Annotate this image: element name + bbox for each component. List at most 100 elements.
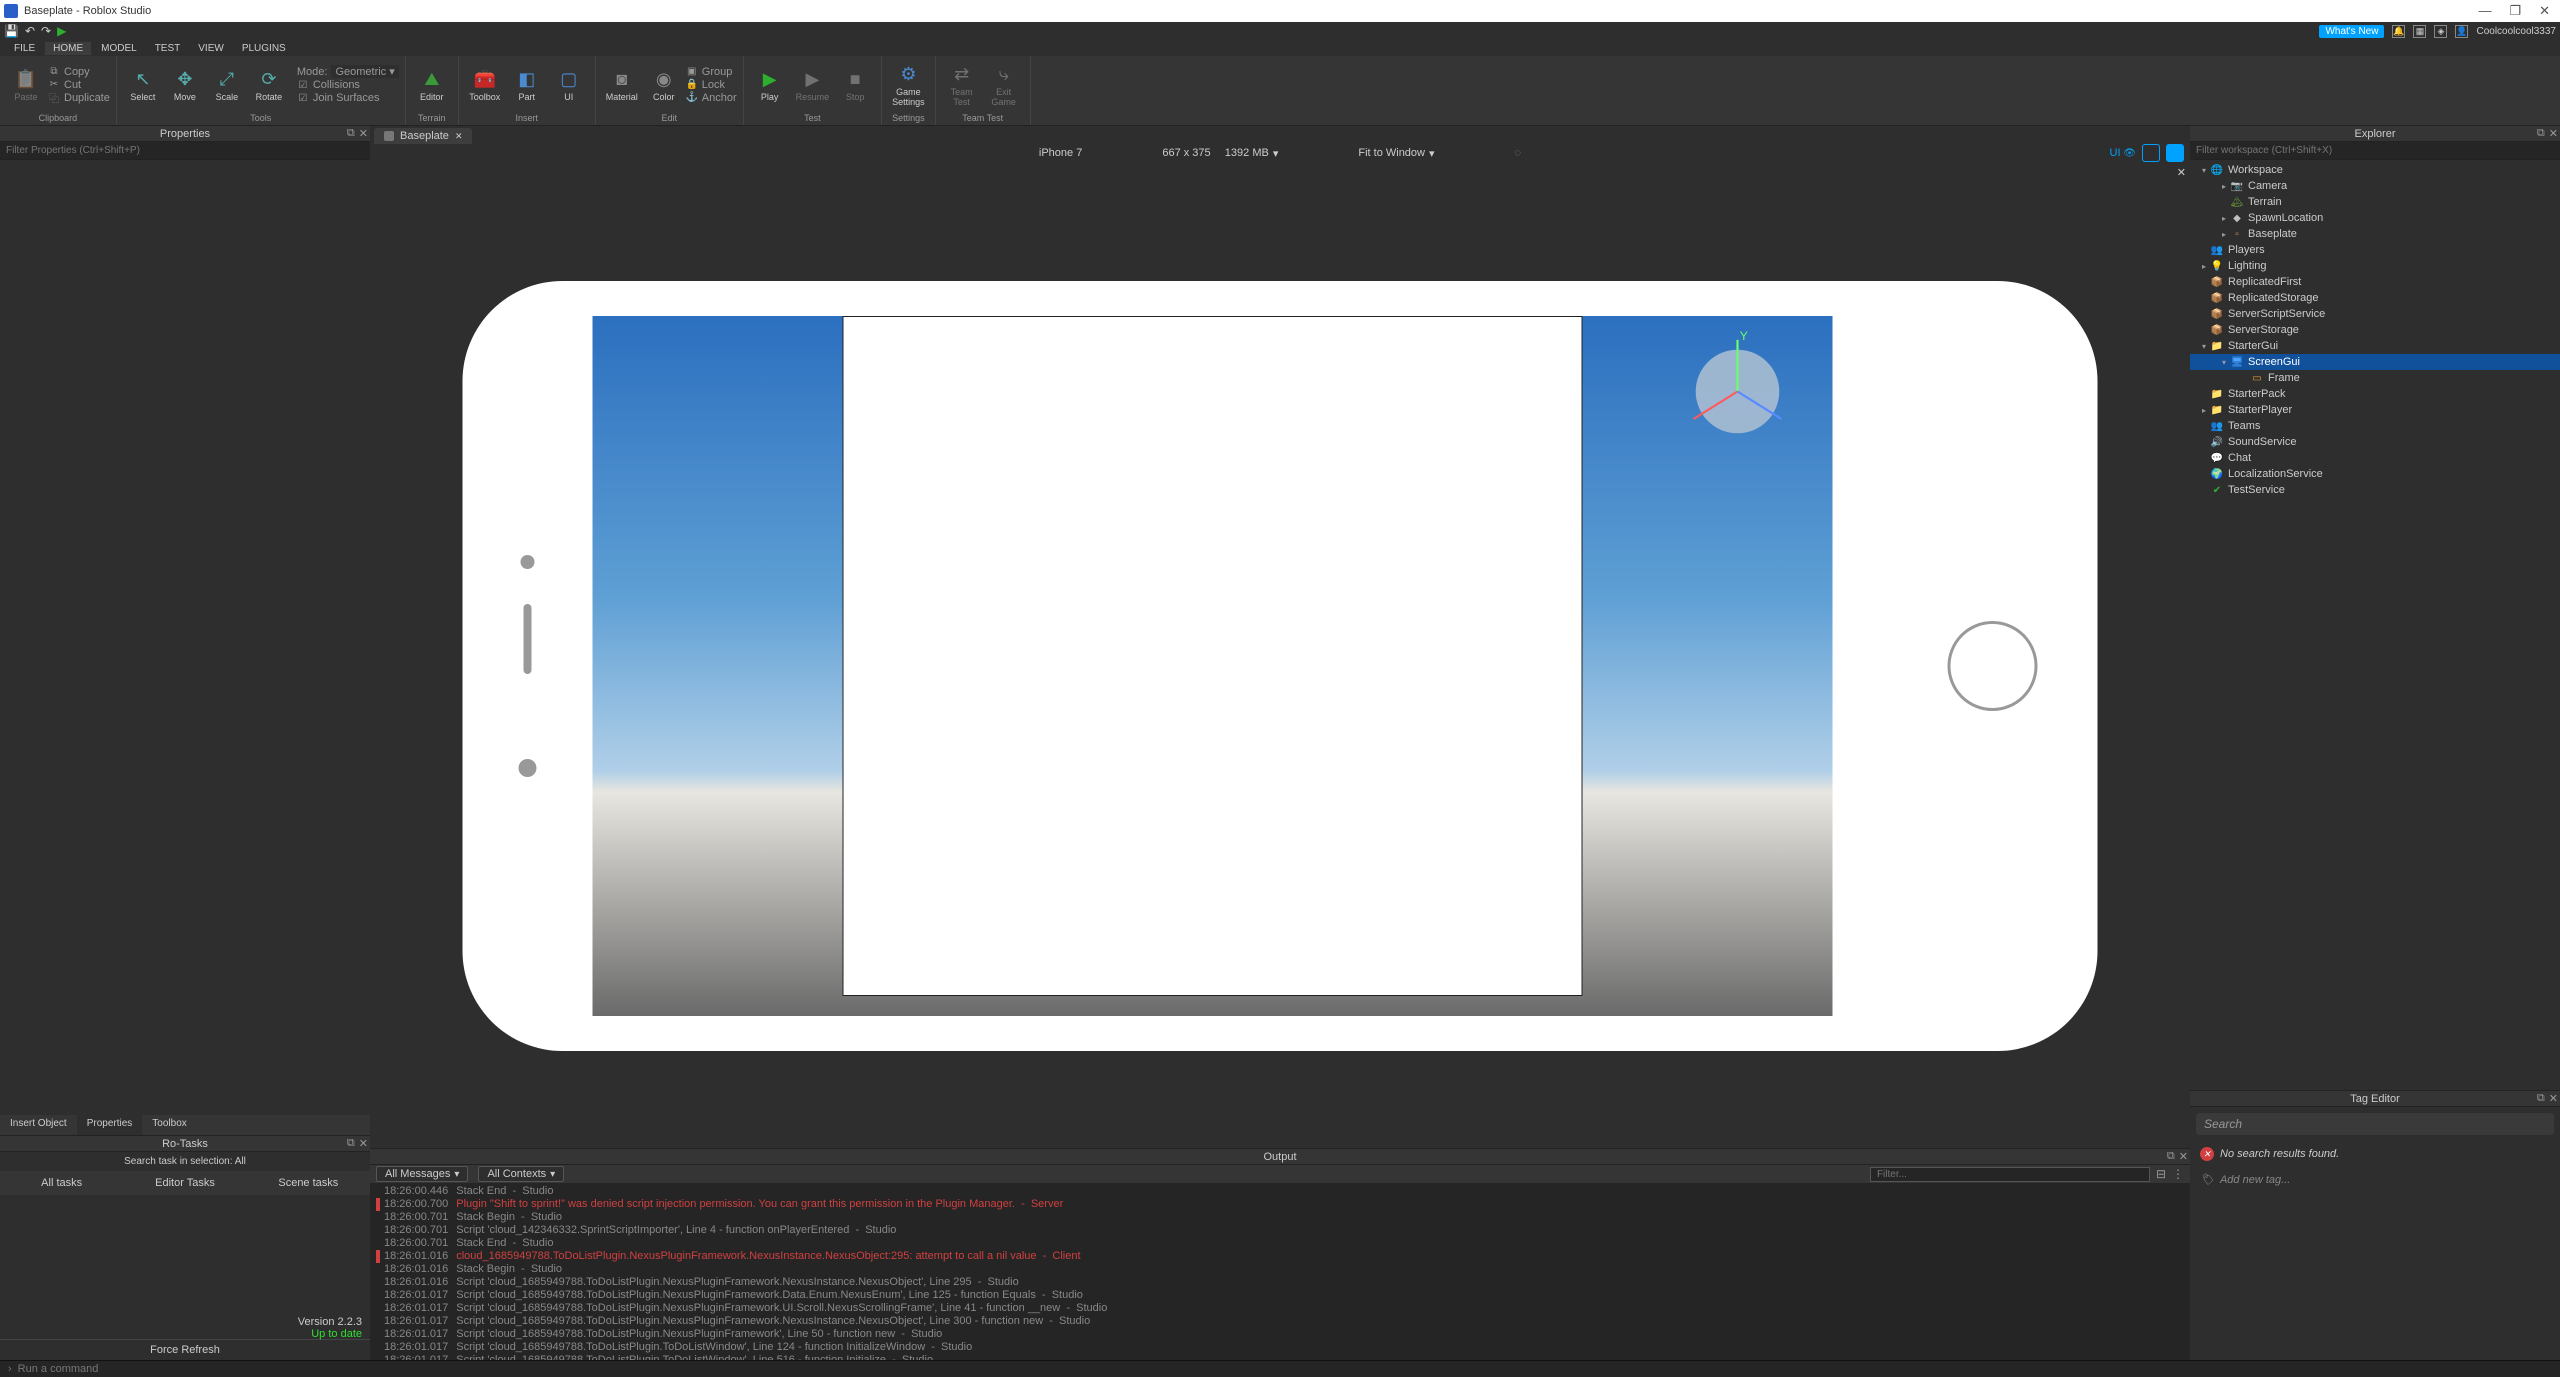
tree-node-testservice[interactable]: ✔TestService <box>2190 482 2560 498</box>
minimize-button[interactable]: — <box>2478 3 2491 19</box>
panel-close-icon[interactable]: ✕ <box>2179 1150 2188 1163</box>
tag-add-button[interactable]: 🏷Add new tag... <box>2190 1167 2560 1192</box>
diamond-icon[interactable]: ◈ <box>2434 25 2447 38</box>
panel-undock-icon[interactable]: ⧉ <box>347 127 355 140</box>
menu-home[interactable]: HOME <box>45 42 91 55</box>
redo-icon[interactable]: ↷ <box>41 24 51 38</box>
tree-node-frame[interactable]: ▭Frame <box>2190 370 2560 386</box>
scale-button[interactable]: ⤢Scale <box>207 65 247 104</box>
close-button[interactable]: ✕ <box>2539 3 2550 19</box>
menu-view[interactable]: VIEW <box>190 42 232 55</box>
stop-button[interactable]: ■Stop <box>835 65 875 104</box>
resume-button[interactable]: ▶Resume <box>792 65 834 104</box>
move-button[interactable]: ✥Move <box>165 65 205 104</box>
tag-search-input[interactable]: Search <box>2196 1113 2554 1135</box>
maximize-button[interactable]: ❐ <box>2509 3 2521 19</box>
rotasks-refresh-button[interactable]: Force Refresh <box>0 1339 370 1360</box>
properties-filter[interactable] <box>0 142 370 160</box>
orientation-gizmo[interactable]: Y <box>1683 331 1793 441</box>
tree-node-players[interactable]: 👥Players <box>2190 242 2560 258</box>
output-contexts-dropdown[interactable]: All Contexts ▾ <box>478 1166 564 1182</box>
tree-node-baseplate[interactable]: ▸▫Baseplate <box>2190 226 2560 242</box>
panel-undock-icon[interactable]: ⧉ <box>347 1137 355 1150</box>
tree-node-camera[interactable]: ▸📷Camera <box>2190 178 2560 194</box>
mode-dropdown[interactable]: Geometric ▾ <box>331 65 398 78</box>
output-find-icon[interactable]: ⊟ <box>2156 1167 2166 1181</box>
notif-icon[interactable]: 🔔 <box>2392 25 2405 38</box>
panel-undock-icon[interactable]: ⧉ <box>2537 1092 2545 1105</box>
cut-button[interactable]: ✂Cut <box>48 79 110 91</box>
save-icon[interactable]: 💾 <box>4 24 19 38</box>
panel-undock-icon[interactable]: ⧉ <box>2167 1150 2175 1163</box>
join-toggle[interactable]: ☑Join Surfaces <box>297 92 399 104</box>
color-button[interactable]: ◉Color <box>644 65 684 104</box>
tab-toolbox[interactable]: Toolbox <box>142 1115 196 1135</box>
tree-node-starterpack[interactable]: 📁StarterPack <box>2190 386 2560 402</box>
panel-close-icon[interactable]: ✕ <box>2549 1092 2558 1105</box>
tree-node-screengui[interactable]: ▾🖥ScreenGui <box>2190 354 2560 370</box>
tree-node-startergui[interactable]: ▾📁StarterGui <box>2190 338 2560 354</box>
tree-node-lighting[interactable]: ▸💡Lighting <box>2190 258 2560 274</box>
part-button[interactable]: ◧Part <box>507 65 547 104</box>
tree-node-localizationservice[interactable]: 🌍LocalizationService <box>2190 466 2560 482</box>
panel-close-icon[interactable]: ✕ <box>359 1137 368 1150</box>
tab-properties[interactable]: Properties <box>77 1115 143 1135</box>
tree-node-serverstorage[interactable]: 📦ServerStorage <box>2190 322 2560 338</box>
menu-test[interactable]: TEST <box>147 42 189 55</box>
team-test-button[interactable]: ⇄Team Test <box>942 60 982 109</box>
tree-node-terrain[interactable]: 🏔Terrain <box>2190 194 2560 210</box>
exit-game-button[interactable]: ⤷Exit Game <box>984 60 1024 109</box>
tree-node-workspace[interactable]: ▾🌐Workspace <box>2190 162 2560 178</box>
tree-node-starterplayer[interactable]: ▸📁StarterPlayer <box>2190 402 2560 418</box>
copy-button[interactable]: ⧉Copy <box>48 66 110 78</box>
tree-node-replicatedstorage[interactable]: 📦ReplicatedStorage <box>2190 290 2560 306</box>
tree-node-replicatedfirst[interactable]: 📦ReplicatedFirst <box>2190 274 2560 290</box>
panel-close-icon[interactable]: ✕ <box>2549 127 2558 140</box>
doctab-baseplate[interactable]: Baseplate ✕ <box>374 128 472 144</box>
play-button[interactable]: ▶Play <box>750 65 790 104</box>
tree-node-serverscriptservice[interactable]: 📦ServerScriptService <box>2190 306 2560 322</box>
output-messages-dropdown[interactable]: All Messages ▾ <box>376 1166 468 1182</box>
whats-new-button[interactable]: What's New <box>2319 25 2384 38</box>
select-button[interactable]: ↖Select <box>123 65 163 104</box>
fit-label[interactable]: Fit to Window <box>1358 147 1425 159</box>
collisions-toggle[interactable]: ☑Collisions <box>297 79 399 91</box>
terrain-editor-button[interactable]: ⛰Editor <box>412 65 452 104</box>
menu-model[interactable]: MODEL <box>93 42 145 55</box>
command-bar[interactable]: › Run a command <box>0 1360 2560 1377</box>
menu-file[interactable]: FILE <box>6 42 43 55</box>
gui-frame[interactable] <box>843 316 1583 996</box>
play-icon[interactable]: ▶ <box>57 24 66 38</box>
explorer-tree[interactable]: ▾🌐Workspace▸📷Camera🏔Terrain▸◆SpawnLocati… <box>2190 160 2560 1090</box>
avatar-icon[interactable]: 👤 <box>2455 25 2468 38</box>
ui-button[interactable]: ▢UI <box>549 65 589 104</box>
paste-button[interactable]: 📋 Paste <box>6 65 46 104</box>
viewport[interactable]: iPhone 7 667 x 375 1392 MB ▾ Fit to Wind… <box>370 144 2190 1148</box>
anchor-button[interactable]: ⚓Anchor <box>686 92 737 104</box>
game-settings-button[interactable]: ⚙Game Settings <box>888 60 929 109</box>
game-viewport[interactable]: Y <box>593 316 1833 1016</box>
panel-undock-icon[interactable]: ⧉ <box>2537 127 2545 140</box>
output-menu-icon[interactable]: ⋮ <box>2172 1167 2184 1181</box>
output-body[interactable]: 18:26:00.446Stack End - Studio18:26:00.7… <box>370 1183 2190 1360</box>
tree-node-chat[interactable]: 💬Chat <box>2190 450 2560 466</box>
viewport-close-icon[interactable]: ✕ <box>2177 166 2186 179</box>
tree-node-spawnlocation[interactable]: ▸◆SpawnLocation <box>2190 210 2560 226</box>
ui-toggle[interactable]: UI 👁 <box>2110 147 2136 159</box>
menu-plugins[interactable]: PLUGINS <box>234 42 294 55</box>
tree-node-soundservice[interactable]: 🔊SoundService <box>2190 434 2560 450</box>
material-button[interactable]: ◙Material <box>602 65 642 104</box>
rotate-button[interactable]: ⟳Rotate <box>249 65 289 104</box>
tree-node-teams[interactable]: 👥Teams <box>2190 418 2560 434</box>
tab-insert-object[interactable]: Insert Object <box>0 1115 77 1135</box>
explorer-filter[interactable] <box>2190 142 2560 160</box>
rotasks-tab-all[interactable]: All tasks <box>0 1171 123 1195</box>
doctab-close-icon[interactable]: ✕ <box>455 131 463 142</box>
panel-close-icon[interactable]: ✕ <box>359 127 368 140</box>
rotasks-tab-editor[interactable]: Editor Tasks <box>123 1171 246 1195</box>
lock-button[interactable]: 🔒Lock <box>686 79 737 91</box>
output-filter-input[interactable] <box>1870 1167 2150 1182</box>
grid-icon[interactable]: ▦ <box>2413 25 2426 38</box>
device-portrait-icon[interactable] <box>2166 144 2184 162</box>
device-landscape-icon[interactable] <box>2142 144 2160 162</box>
